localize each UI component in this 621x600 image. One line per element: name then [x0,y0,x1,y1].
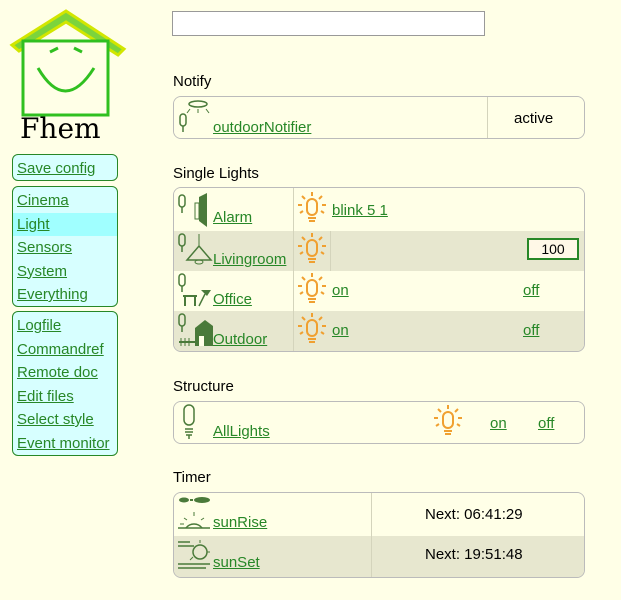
bulb-icon[interactable] [432,404,464,438]
next-time: Next: 19:51:48 [425,546,523,563]
next-time: Next: 06:41:29 [425,506,523,523]
outdoor-house-icon [177,312,213,348]
alarm-icon [177,191,213,227]
section-title-notify: Notify [173,73,212,90]
desk-lamp-icon [177,272,213,308]
menu-save: Save config [12,154,118,181]
menu-item-save-config[interactable]: Save config [13,157,117,181]
table-row: Alarm blink 5 1 [174,188,584,231]
notifier-icon [178,99,214,135]
outdoor-on-link[interactable]: on [332,322,349,339]
office-on-link[interactable]: on [332,282,349,299]
divider [293,271,294,311]
menu-item-light[interactable]: Light [13,212,117,236]
device-state: active [514,110,554,127]
device-link-sunset[interactable]: sunSet [213,554,260,571]
divider [371,536,372,577]
device-link-outdoornotifier[interactable]: outdoorNotifier [213,119,311,136]
bulb-outline-icon [180,403,200,441]
table-row: sunSet Next: 19:51:48 [174,536,584,577]
sunset-icon [176,538,212,574]
table-row: sunRise Next: 06:41:29 [174,493,584,536]
menu-item-cinema[interactable]: Cinema [13,189,117,213]
command-input[interactable] [172,11,485,36]
house-smiley-icon [9,9,127,117]
divider [293,188,294,231]
menu-item-sensors[interactable]: Sensors [13,236,117,260]
divider [293,231,294,271]
outdoor-off-link[interactable]: off [523,322,539,339]
menu-item-everything[interactable]: Everything [13,283,117,307]
divider [371,493,372,536]
device-link-alllights[interactable]: AllLights [213,423,270,440]
ceiling-lamp-icon [177,232,213,268]
section-title-structure: Structure [173,378,234,395]
device-link-outdoor[interactable]: Outdoor [213,331,267,348]
menu-item-logfile[interactable]: Logfile [13,314,117,338]
device-link-sunrise[interactable]: sunRise [213,514,267,531]
bulb-icon[interactable] [296,191,328,225]
divider [330,231,331,271]
alllights-on-link[interactable]: on [490,415,507,432]
menu-item-system[interactable]: System [13,260,117,284]
structure-table: AllLights on off [173,401,585,444]
section-title-single-lights: Single Lights [173,165,259,182]
alllights-off-link[interactable]: off [538,415,554,432]
office-off-link[interactable]: off [523,282,539,299]
menu-item-select-style[interactable]: Select style [13,408,117,432]
menu-item-commandref[interactable]: Commandref [13,338,117,362]
menu-item-event-monitor[interactable]: Event monitor [13,432,117,456]
section-title-timer: Timer [173,469,211,486]
sunrise-icon [176,494,212,530]
table-row: AllLights on off [174,402,584,443]
device-link-alarm[interactable]: Alarm [213,209,252,226]
menu-item-remote-doc[interactable]: Remote doc [13,361,117,385]
device-link-livingroom[interactable]: Livingroom [213,251,286,268]
table-row: Livingroom 100 [174,231,584,271]
timer-table: sunRise Next: 06:41:29 sunSet Next: 19:5… [173,492,585,578]
single-lights-table: Alarm blink 5 1 Livingroom 100 Office on… [173,187,585,352]
notify-table: outdoorNotifier active [173,96,585,139]
table-row: outdoorNotifier active [174,97,584,138]
dim-value-field[interactable]: 100 [527,238,579,260]
table-row: Office on off [174,271,584,311]
fhem-logo[interactable]: Fhem [8,8,132,146]
bulb-icon[interactable] [296,232,328,266]
divider [487,97,488,138]
bulb-icon[interactable] [296,312,328,346]
state-link-blink[interactable]: blink 5 1 [332,202,388,219]
menu-item-edit-files[interactable]: Edit files [13,385,117,409]
menu-tools: Logfile Commandref Remote doc Edit files… [12,311,118,456]
menu-rooms: Cinema Light Sensors System Everything [12,186,118,307]
device-link-office[interactable]: Office [213,291,252,308]
logo-text: Fhem [20,112,101,145]
divider [293,311,294,351]
bulb-icon[interactable] [296,272,328,306]
table-row: Outdoor on off [174,311,584,351]
